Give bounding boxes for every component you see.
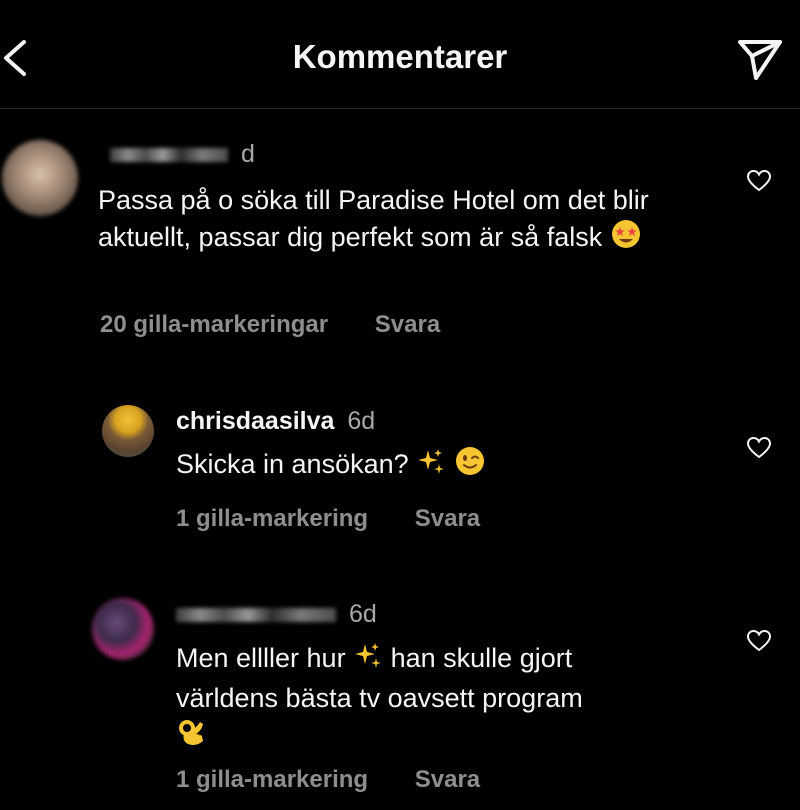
timestamp: 6d: [347, 407, 376, 435]
username[interactable]: chrisdaasilva: [176, 407, 334, 435]
username-redacted[interactable]: [110, 148, 228, 163]
timestamp: d: [240, 140, 255, 168]
comment-header: chrisdaasilva 6d: [176, 407, 375, 436]
comment-body-part: han skulle gjort: [390, 643, 573, 673]
comment-text: Passa på o söka till Paradise Hotel om d…: [98, 182, 698, 259]
comment-header: d: [110, 140, 255, 169]
comment-body-part: Men ellller hur: [176, 643, 346, 673]
comment-line-1: Men ellller hur han skulle gjort: [176, 640, 716, 680]
like-button[interactable]: [746, 168, 772, 194]
back-button[interactable]: [0, 32, 36, 84]
like-count[interactable]: 20 gilla-markeringar: [100, 311, 328, 338]
winking-face-emoji: [454, 445, 486, 486]
share-button[interactable]: [734, 32, 786, 84]
reply-button[interactable]: Svara: [415, 505, 480, 532]
avatar[interactable]: [2, 140, 78, 216]
reply-button[interactable]: Svara: [375, 311, 440, 338]
sparkles-emoji: [353, 641, 383, 680]
sparkles-emoji: [416, 447, 446, 486]
heart-icon: [746, 169, 772, 192]
avatar[interactable]: [102, 405, 154, 457]
comment-body: Skicka in ansökan?: [176, 449, 409, 479]
reply-item: chrisdaasilva 6d Skicka in ansökan? 1 gi…: [0, 395, 800, 545]
like-button[interactable]: [746, 628, 772, 654]
comment-meta: 1 gilla-markering Svara: [176, 766, 480, 794]
comment-header: 6d: [176, 600, 377, 629]
username-redacted[interactable]: [176, 608, 336, 623]
chevron-left-icon: [4, 40, 26, 76]
timestamp: 6d: [348, 600, 377, 628]
heart-icon: [746, 436, 772, 459]
comment-text: Skicka in ansökan?: [176, 445, 716, 486]
heart-icon: [746, 629, 772, 652]
comment-meta: 20 gilla-markeringar Svara: [100, 311, 440, 339]
like-button[interactable]: [746, 435, 772, 461]
reply-button[interactable]: Svara: [415, 766, 480, 793]
page-title: Kommentarer: [292, 38, 508, 75]
comment-body: Passa på o söka till Paradise Hotel om d…: [98, 185, 649, 252]
comment-line-3: [176, 716, 716, 759]
reply-item: 6d Men ellller hur han skulle gjort värl…: [0, 590, 800, 805]
like-count[interactable]: 1 gilla-markering: [176, 766, 368, 793]
comment-meta: 1 gilla-markering Svara: [176, 505, 480, 533]
avatar[interactable]: [92, 598, 154, 660]
comment-text: Men ellller hur han skulle gjort världen…: [176, 640, 716, 759]
like-count[interactable]: 1 gilla-markering: [176, 505, 368, 532]
comment-item: d Passa på o söka till Paradise Hotel om…: [0, 130, 800, 350]
direct-send-icon: [738, 40, 782, 80]
comment-line-2: världens bästa tv oavsett program: [176, 683, 583, 713]
star-struck-emoji: [610, 218, 642, 259]
ok-hand-emoji: [176, 716, 210, 759]
header-bar: Kommentarer: [0, 0, 800, 109]
